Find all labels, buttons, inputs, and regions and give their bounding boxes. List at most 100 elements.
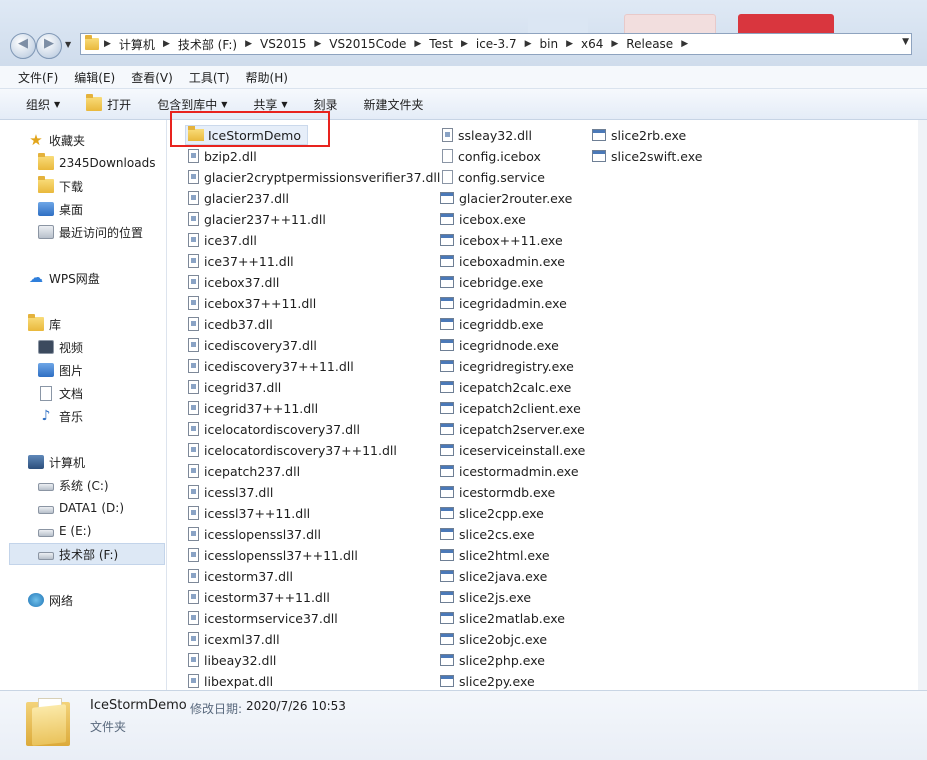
forward-button[interactable]: ▶ bbox=[36, 33, 62, 59]
nav-item-pictures[interactable]: 图片 bbox=[38, 359, 83, 381]
menu-edit[interactable]: 编辑(E) bbox=[74, 69, 115, 86]
file-item[interactable]: glacier2cryptpermissionsverifier37.dll bbox=[185, 167, 440, 187]
back-button[interactable]: ◀ bbox=[10, 33, 36, 59]
file-item[interactable]: libeay32.dll bbox=[185, 650, 276, 670]
file-item[interactable]: slice2swift.exe bbox=[591, 146, 702, 166]
file-item[interactable]: icelocatordiscovery37.dll bbox=[185, 419, 360, 439]
file-item[interactable]: icediscovery37++11.dll bbox=[185, 356, 354, 376]
breadcrumb-item[interactable]: 计算机 bbox=[119, 36, 155, 53]
breadcrumb-item[interactable]: x64 bbox=[581, 37, 603, 51]
nav-computer[interactable]: 计算机 bbox=[28, 451, 85, 473]
file-item[interactable]: ice37++11.dll bbox=[185, 251, 294, 271]
nav-drive-d[interactable]: DATA1 (D:) bbox=[38, 497, 124, 519]
burn-button[interactable]: 刻录 bbox=[314, 96, 338, 113]
file-item[interactable]: glacier2router.exe bbox=[439, 188, 572, 208]
file-item[interactable]: icessl37++11.dll bbox=[185, 503, 310, 523]
file-item[interactable]: icegriddb.exe bbox=[439, 314, 544, 334]
breadcrumb-item[interactable]: Test bbox=[429, 37, 453, 51]
file-item[interactable]: slice2py.exe bbox=[439, 671, 535, 691]
nav-item-music[interactable]: ♪ 音乐 bbox=[38, 405, 83, 427]
nav-drive-e[interactable]: E (E:) bbox=[38, 520, 91, 542]
file-item[interactable]: slice2rb.exe bbox=[591, 125, 686, 145]
menu-help[interactable]: 帮助(H) bbox=[246, 69, 288, 86]
breadcrumb-item[interactable]: VS2015Code bbox=[329, 37, 406, 51]
file-item[interactable]: icestorm37.dll bbox=[185, 566, 293, 586]
file-item[interactable]: icesslopenssl37.dll bbox=[185, 524, 321, 544]
file-item[interactable]: slice2java.exe bbox=[439, 566, 547, 586]
nav-item-downloads[interactable]: 下载 bbox=[38, 175, 83, 197]
file-item[interactable]: icestormadmin.exe bbox=[439, 461, 579, 481]
file-item[interactable]: config.service bbox=[439, 167, 545, 187]
file-item[interactable]: icestorm37++11.dll bbox=[185, 587, 330, 607]
file-item[interactable]: icegridadmin.exe bbox=[439, 293, 567, 313]
file-item[interactable]: icexml37.dll bbox=[185, 629, 280, 649]
nav-item-documents[interactable]: 文档 bbox=[38, 382, 83, 404]
open-button[interactable]: 打开 bbox=[86, 94, 131, 113]
breadcrumb-item[interactable]: ice-3.7 bbox=[476, 37, 517, 51]
address-bar[interactable]: ▶ 计算机 ▶ 技术部 (F:) ▶ VS2015 ▶ VS2015Code ▶… bbox=[80, 33, 912, 55]
file-item[interactable]: iceboxadmin.exe bbox=[439, 251, 565, 271]
file-item[interactable]: icegrid37++11.dll bbox=[185, 398, 318, 418]
file-item[interactable]: icebox++11.exe bbox=[439, 230, 563, 250]
file-item[interactable]: icepatch2client.exe bbox=[439, 398, 581, 418]
file-item[interactable]: icediscovery37.dll bbox=[185, 335, 317, 355]
nav-drive-c[interactable]: 系统 (C:) bbox=[38, 474, 109, 496]
file-item[interactable]: icegridregistry.exe bbox=[439, 356, 574, 376]
file-item[interactable]: icepatch2calc.exe bbox=[439, 377, 571, 397]
file-item[interactable]: icesslopenssl37++11.dll bbox=[185, 545, 358, 565]
breadcrumb-item[interactable]: bin bbox=[540, 37, 559, 51]
file-item[interactable]: ssleay32.dll bbox=[439, 125, 532, 145]
file-item[interactable]: icegridnode.exe bbox=[439, 335, 559, 355]
file-item[interactable]: glacier237++11.dll bbox=[185, 209, 326, 229]
file-item[interactable]: ice37.dll bbox=[185, 230, 257, 250]
file-item[interactable]: slice2cs.exe bbox=[439, 524, 535, 544]
file-item[interactable]: slice2cpp.exe bbox=[439, 503, 544, 523]
nav-drive-f[interactable]: 技术部 (F:) bbox=[9, 543, 165, 565]
file-item[interactable]: slice2php.exe bbox=[439, 650, 545, 670]
menu-file[interactable]: 文件(F) bbox=[18, 69, 58, 86]
file-item[interactable]: bzip2.dll bbox=[185, 146, 257, 166]
breadcrumb-item[interactable]: 技术部 (F:) bbox=[178, 36, 237, 53]
file-item[interactable]: icebox.exe bbox=[439, 209, 526, 229]
nav-item-videos[interactable]: 视频 bbox=[38, 336, 83, 358]
file-item[interactable]: icestormservice37.dll bbox=[185, 608, 338, 628]
nav-item-2345downloads[interactable]: 2345Downloads bbox=[38, 152, 155, 174]
file-item[interactable]: icebox37++11.dll bbox=[185, 293, 316, 313]
file-item[interactable]: icebox37.dll bbox=[185, 272, 279, 292]
file-item[interactable]: config.icebox bbox=[439, 146, 541, 166]
file-item[interactable]: icelocatordiscovery37++11.dll bbox=[185, 440, 397, 460]
file-item[interactable]: icepatch2server.exe bbox=[439, 419, 585, 439]
breadcrumb-item[interactable]: Release bbox=[626, 37, 673, 51]
details-name: IceStormDemo bbox=[90, 698, 187, 713]
history-dropdown-icon[interactable]: ▼ bbox=[65, 40, 71, 49]
include-library-button[interactable]: 包含到库中 ▼ bbox=[157, 96, 227, 113]
file-item[interactable]: icedb37.dll bbox=[185, 314, 273, 334]
nav-item-recent[interactable]: 最近访问的位置 bbox=[38, 221, 143, 243]
file-item[interactable]: icegrid37.dll bbox=[185, 377, 281, 397]
menu-view[interactable]: 查看(V) bbox=[131, 69, 173, 86]
nav-libraries[interactable]: 库 bbox=[28, 313, 61, 335]
file-item[interactable]: glacier237.dll bbox=[185, 188, 289, 208]
file-item[interactable]: icepatch237.dll bbox=[185, 461, 300, 481]
file-item[interactable]: libexpat.dll bbox=[185, 671, 273, 691]
menu-tools[interactable]: 工具(T) bbox=[189, 69, 230, 86]
file-name: glacier2cryptpermissionsverifier37.dll bbox=[204, 169, 441, 185]
file-item[interactable]: slice2matlab.exe bbox=[439, 608, 565, 628]
file-item[interactable]: icestormdb.exe bbox=[439, 482, 555, 502]
file-item[interactable]: iceserviceinstall.exe bbox=[439, 440, 585, 460]
file-item[interactable]: slice2objc.exe bbox=[439, 629, 547, 649]
file-item[interactable]: slice2html.exe bbox=[439, 545, 550, 565]
new-folder-button[interactable]: 新建文件夹 bbox=[364, 96, 424, 113]
scrollbar-track[interactable] bbox=[918, 120, 927, 690]
file-item[interactable]: icebridge.exe bbox=[439, 272, 543, 292]
file-item[interactable]: slice2js.exe bbox=[439, 587, 531, 607]
breadcrumb-item[interactable]: VS2015 bbox=[260, 37, 306, 51]
nav-item-desktop[interactable]: 桌面 bbox=[38, 198, 83, 220]
nav-favorites[interactable]: ★ 收藏夹 bbox=[28, 129, 85, 151]
address-dropdown-icon[interactable]: ▼ bbox=[902, 37, 909, 47]
share-button[interactable]: 共享 ▼ bbox=[253, 96, 287, 113]
file-item[interactable]: icessl37.dll bbox=[185, 482, 273, 502]
nav-wps-drive[interactable]: ☁ WPS网盘 bbox=[28, 267, 100, 289]
nav-network[interactable]: 网络 bbox=[28, 589, 73, 611]
organize-button[interactable]: 组织 ▼ bbox=[26, 96, 60, 113]
